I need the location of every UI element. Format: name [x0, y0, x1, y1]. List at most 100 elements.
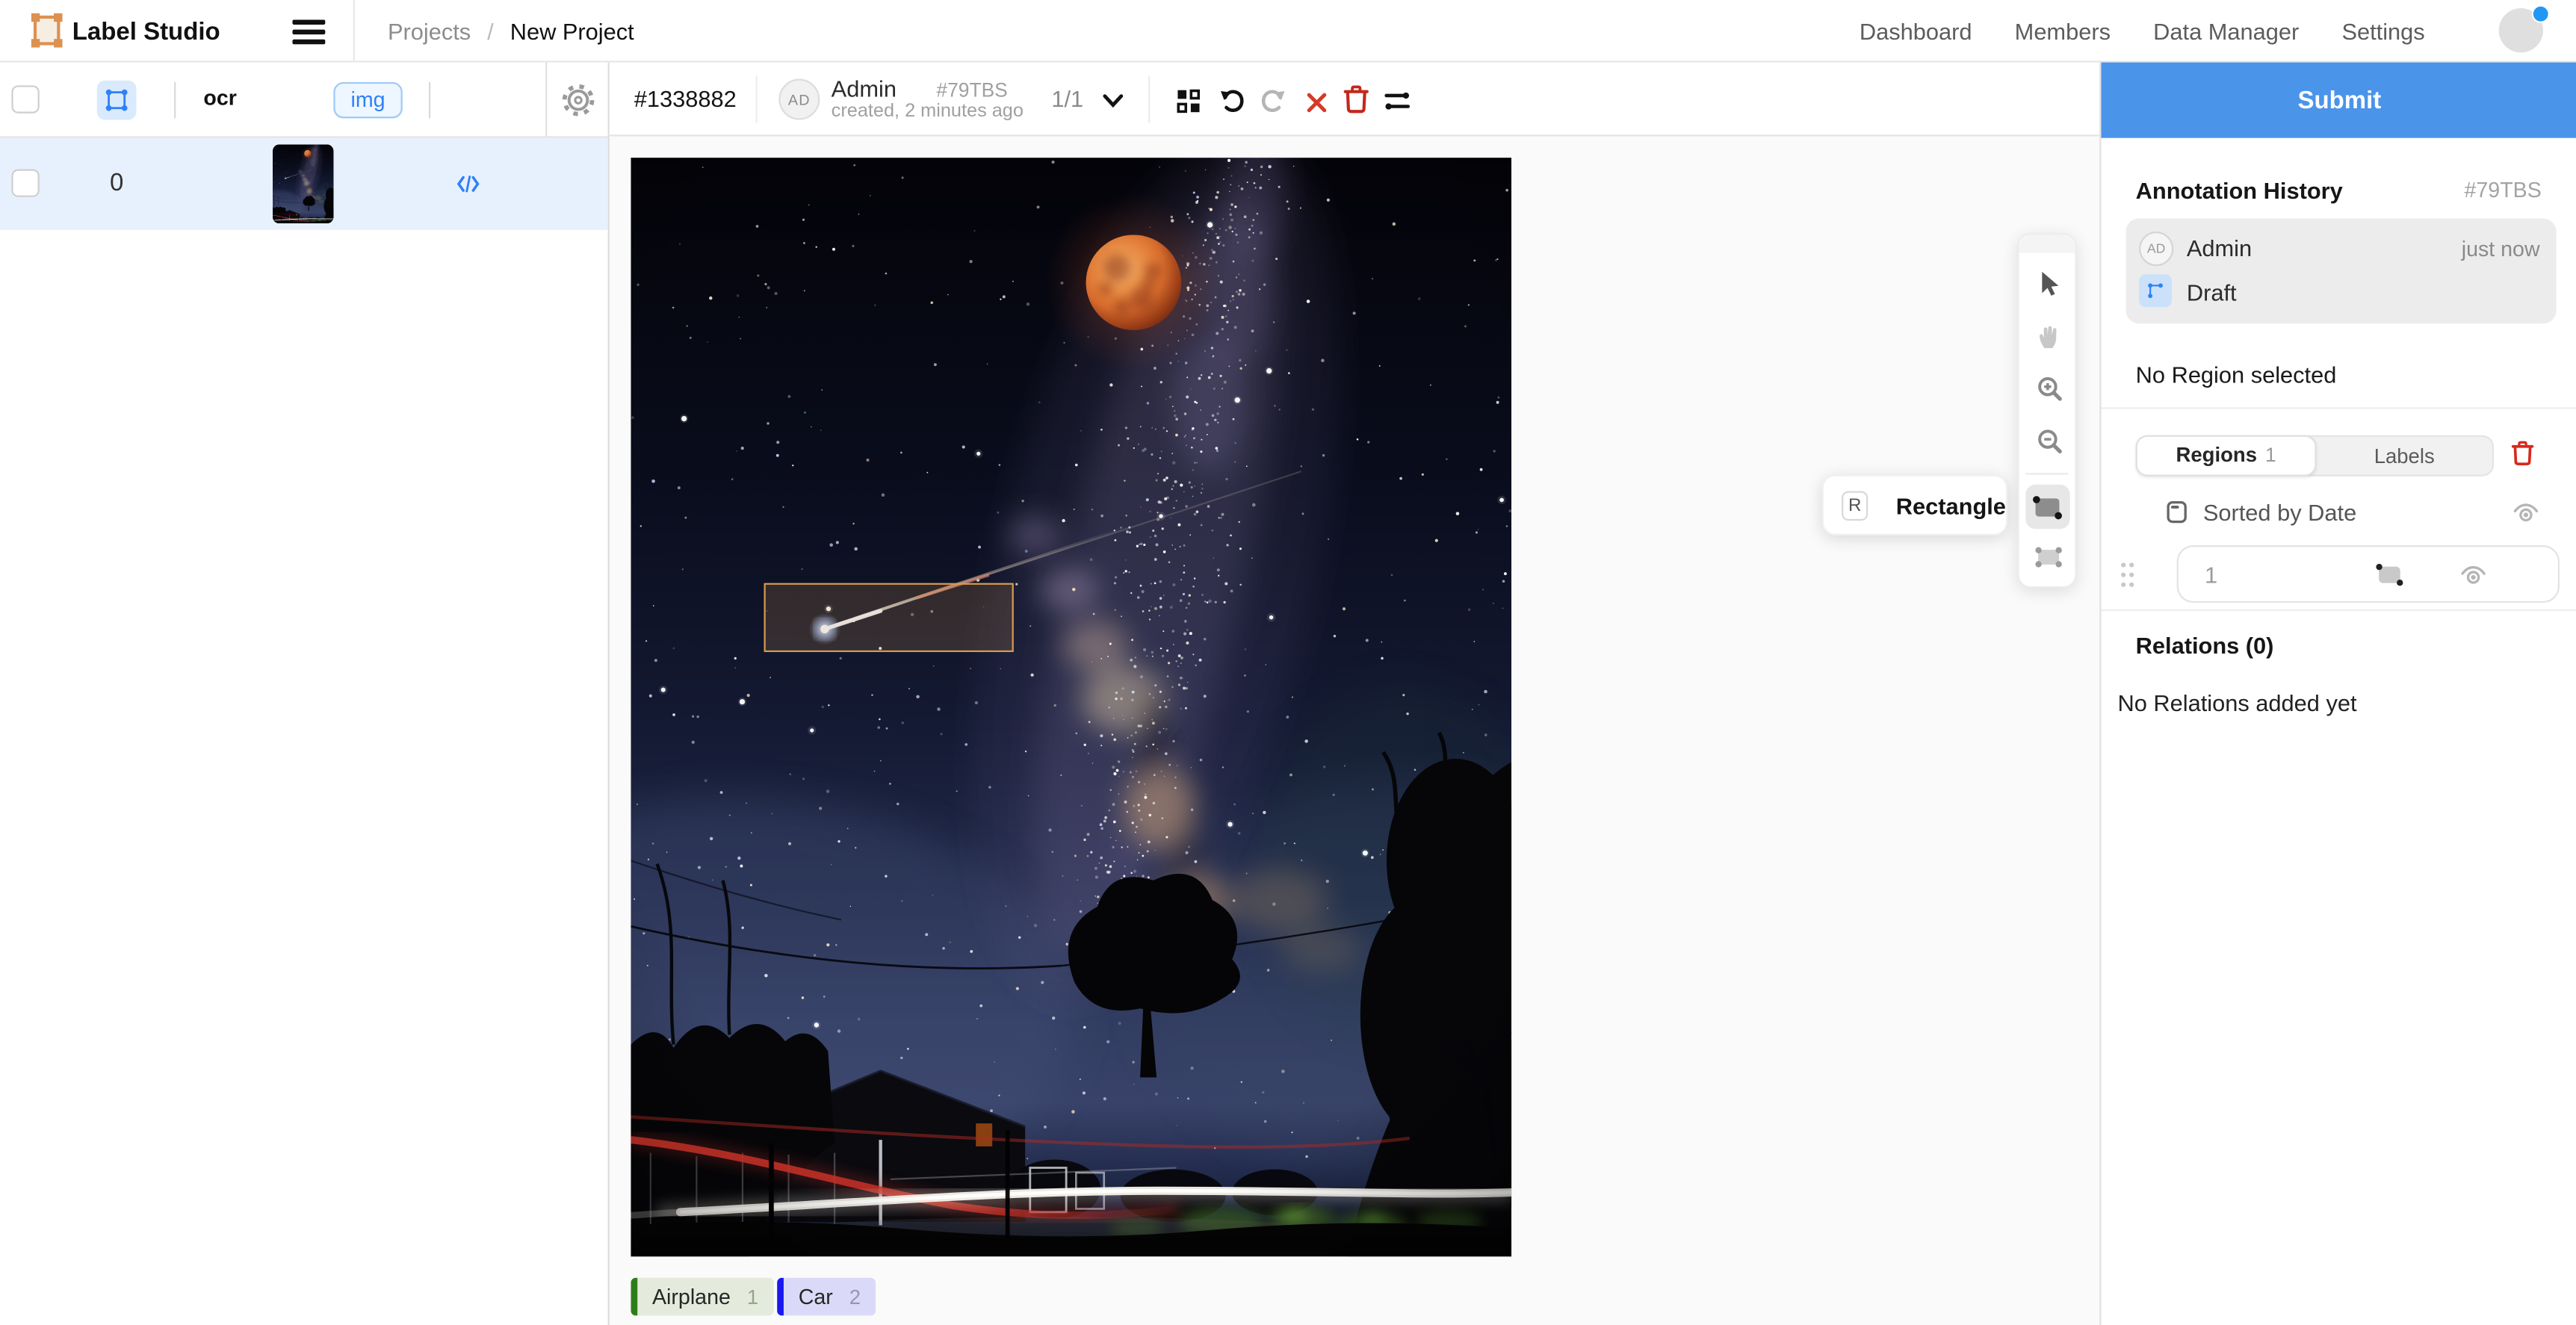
cursor-tool-icon[interactable]	[2034, 267, 2063, 297]
nav-members[interactable]: Members	[2015, 18, 2111, 44]
annotation-canvas-area: #1338882 AD Admin #79TBS created, 2 minu…	[610, 63, 2099, 1325]
panel-settings-zone	[545, 63, 610, 137]
view-all-grid-icon[interactable]	[1173, 85, 1203, 115]
sort-order-control[interactable]: Sorted by Date	[2165, 494, 2356, 530]
region-list-bottom-border	[2101, 609, 2576, 611]
notification-dot-icon	[2532, 5, 2550, 23]
image-canvas[interactable]	[631, 158, 1511, 1256]
label-studio-logo-icon[interactable]	[31, 13, 63, 48]
region-item[interactable]: 1	[2177, 545, 2560, 603]
history-title: Annotation History	[2136, 177, 2343, 203]
task-header-divider2	[1148, 75, 1150, 123]
task-thumbnail[interactable]	[273, 145, 333, 224]
region-rectangle-icon	[2375, 562, 2403, 586]
label-chip-airplane[interactable]: Airplane 1	[631, 1278, 773, 1316]
tab-regions[interactable]: Regions 1	[2136, 435, 2317, 476]
region-list-row: 1	[2101, 542, 2576, 609]
delete-regions-trash-icon[interactable]	[2510, 438, 2535, 468]
task-header: #1338882 AD Admin #79TBS created, 2 minu…	[610, 63, 2099, 137]
chevron-down-icon[interactable]	[1100, 90, 1125, 110]
tab-regions-count: 1	[2265, 444, 2276, 467]
region-select-tool-button[interactable]	[97, 81, 137, 120]
toggle-all-visibility-eye-icon[interactable]	[2512, 501, 2539, 524]
zoom-out-icon[interactable]	[2034, 426, 2063, 456]
label-name: Airplane	[652, 1285, 731, 1309]
redo-icon[interactable]	[1258, 85, 1288, 115]
task-row-checkbox[interactable]	[11, 169, 39, 196]
label-chip-car[interactable]: Car 2	[777, 1278, 876, 1316]
left-panel: ocr img 0	[0, 63, 610, 1325]
label-name: Car	[799, 1285, 833, 1309]
rectangle-tool-tooltip: R Rectangle	[1822, 475, 2007, 536]
draft-status-icon	[2139, 274, 2172, 307]
nav-data-manager[interactable]: Data Manager	[2153, 18, 2299, 44]
undo-icon[interactable]	[1216, 85, 1245, 115]
delete-trash-icon[interactable]	[1340, 84, 1370, 114]
task-list-item[interactable]: 0	[0, 138, 608, 230]
tool-palette-drag-strip[interactable]	[2019, 235, 2075, 252]
drag-handle-icon[interactable]	[2120, 562, 2136, 588]
entry-initials: AD	[2147, 241, 2165, 256]
breadcrumb-current: New Project	[510, 18, 634, 44]
transfer-swap-icon[interactable]	[1381, 85, 1411, 115]
filter-field-label[interactable]: ocr	[184, 85, 256, 110]
no-region-text: No Region selected	[2136, 361, 2337, 388]
annotation-pager: 1/1	[1051, 85, 1083, 111]
select-all-checkbox[interactable]	[11, 85, 39, 113]
panel-header-divider2	[429, 82, 430, 118]
topbar-divider	[353, 0, 355, 63]
top-bar: Label Studio Projects / New Project Dash…	[0, 0, 2576, 63]
label-color-stripe	[777, 1278, 784, 1316]
task-id: #1338882	[634, 85, 737, 111]
task-image	[631, 158, 1511, 1256]
sort-order-icon	[2165, 499, 2188, 525]
nav-dashboard[interactable]: Dashboard	[1860, 18, 1972, 44]
hamburger-menu-icon[interactable]	[292, 19, 325, 44]
tooltip-label: Rectangle	[1896, 492, 2006, 518]
sidebar-divider	[2101, 407, 2576, 409]
pan-hand-icon[interactable]	[2034, 322, 2063, 352]
label-studio-app: Label Studio Projects / New Project Dash…	[0, 0, 2576, 1325]
author-avatar: AD	[778, 79, 820, 120]
submit-button[interactable]: Submit	[2101, 63, 2576, 138]
entry-time: just now	[2462, 237, 2540, 261]
annotation-ref: #79TBS	[936, 79, 1007, 102]
annotation-region-rectangle[interactable]	[764, 583, 1014, 652]
task-row-index: 0	[92, 169, 141, 196]
rectangle-alt-tool-icon[interactable]	[2034, 542, 2063, 572]
breadcrumb: Projects / New Project	[388, 0, 634, 63]
rectangle-3point-icon	[2032, 492, 2063, 522]
author-initials: AD	[788, 91, 811, 108]
relations-empty-text: No Relations added yet	[2117, 690, 2356, 716]
region-visibility-eye-icon[interactable]	[2459, 562, 2486, 586]
region-number: 1	[2205, 561, 2217, 587]
img-tag-chip[interactable]: img	[333, 82, 402, 118]
entry-status: Draft	[2187, 279, 2237, 305]
gear-icon[interactable]	[562, 83, 595, 116]
topbar-nav: Dashboard Members Data Manager Settings	[1860, 0, 2425, 63]
brand-title: Label Studio	[72, 18, 220, 46]
label-count: 1	[747, 1285, 758, 1309]
panel-header-divider	[174, 82, 176, 118]
bounding-box-icon	[104, 87, 130, 114]
left-panel-header: ocr img	[0, 63, 608, 138]
entry-avatar: AD	[2139, 232, 2173, 266]
author-name: Admin	[832, 75, 897, 102]
tab-labels-label: Labels	[2374, 444, 2435, 468]
tab-labels[interactable]: Labels	[2317, 435, 2492, 477]
created-note: created, 2 minutes ago	[832, 102, 1024, 121]
nav-settings[interactable]: Settings	[2341, 18, 2424, 44]
tab-regions-label: Regions	[2176, 444, 2257, 467]
reject-cross-icon[interactable]	[1301, 87, 1331, 117]
history-entry-card[interactable]: AD Admin just now Draft	[2125, 218, 2556, 323]
label-count: 2	[849, 1285, 861, 1309]
label-color-stripe	[631, 1278, 637, 1316]
rectangle-tool-button[interactable]	[2025, 485, 2069, 529]
entry-user: Admin	[2187, 235, 2252, 261]
source-code-icon[interactable]	[456, 173, 480, 196]
zoom-in-icon[interactable]	[2034, 373, 2063, 403]
task-header-divider	[756, 75, 758, 123]
tool-palette-divider	[2025, 473, 2068, 474]
history-ref: #79TBS	[2465, 177, 2542, 202]
breadcrumb-projects[interactable]: Projects	[388, 18, 471, 44]
